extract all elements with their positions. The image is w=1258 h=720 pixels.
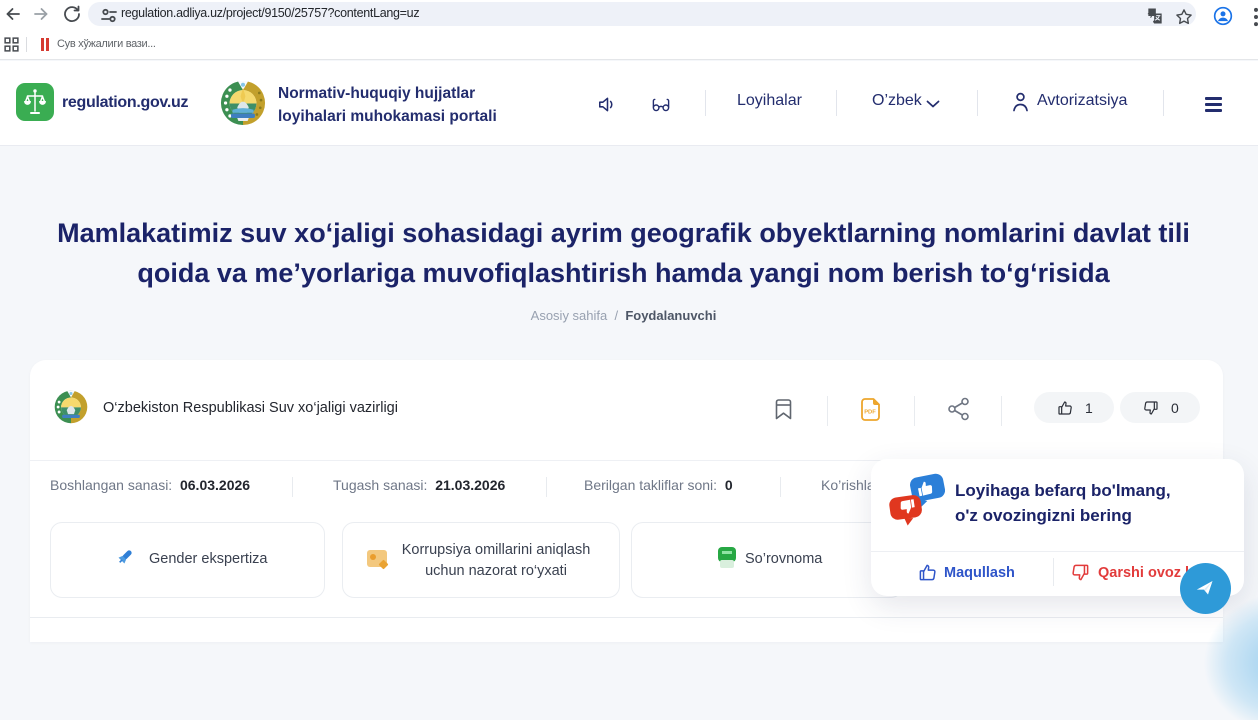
svg-text:PDF: PDF bbox=[864, 410, 876, 416]
